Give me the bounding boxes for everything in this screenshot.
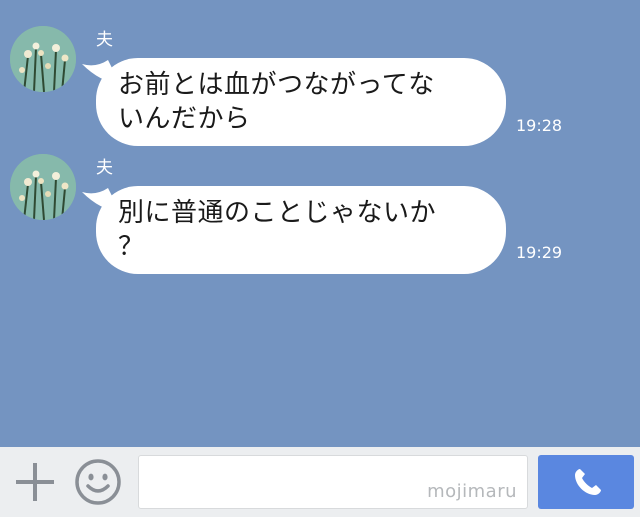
message-bubble[interactable]: お前とは血がつながってな いんだから bbox=[96, 58, 506, 146]
flower-avatar-icon bbox=[10, 26, 76, 92]
sender-name: 夫 bbox=[96, 158, 113, 178]
call-button[interactable] bbox=[538, 455, 634, 509]
add-button[interactable] bbox=[14, 461, 56, 503]
composer-bar: mojimaru bbox=[0, 447, 640, 517]
message-line: ？ bbox=[118, 232, 145, 262]
plus-icon bbox=[16, 463, 54, 501]
phone-icon bbox=[575, 469, 601, 495]
avatar[interactable] bbox=[10, 26, 76, 92]
message-line: お前とは血がつながってな bbox=[118, 70, 435, 100]
message-input[interactable]: mojimaru bbox=[138, 455, 528, 509]
message-time: 19:28 bbox=[516, 116, 563, 135]
flower-avatar-icon bbox=[10, 154, 76, 220]
avatar[interactable] bbox=[10, 154, 76, 220]
chat-area: 夫 お前とは血がつながってな いんだから 19:28 夫 別に普通のことじゃない… bbox=[0, 0, 640, 447]
sender-name: 夫 bbox=[96, 30, 113, 50]
sticker-button[interactable] bbox=[74, 458, 122, 506]
smiley-icon bbox=[75, 459, 121, 505]
message-line: 別に普通のことじゃないか bbox=[118, 198, 437, 228]
message-line: いんだから bbox=[118, 104, 251, 134]
message-bubble[interactable]: 別に普通のことじゃないか ？ bbox=[96, 186, 506, 274]
message-time: 19:29 bbox=[516, 243, 563, 262]
watermark: mojimaru bbox=[427, 481, 517, 502]
